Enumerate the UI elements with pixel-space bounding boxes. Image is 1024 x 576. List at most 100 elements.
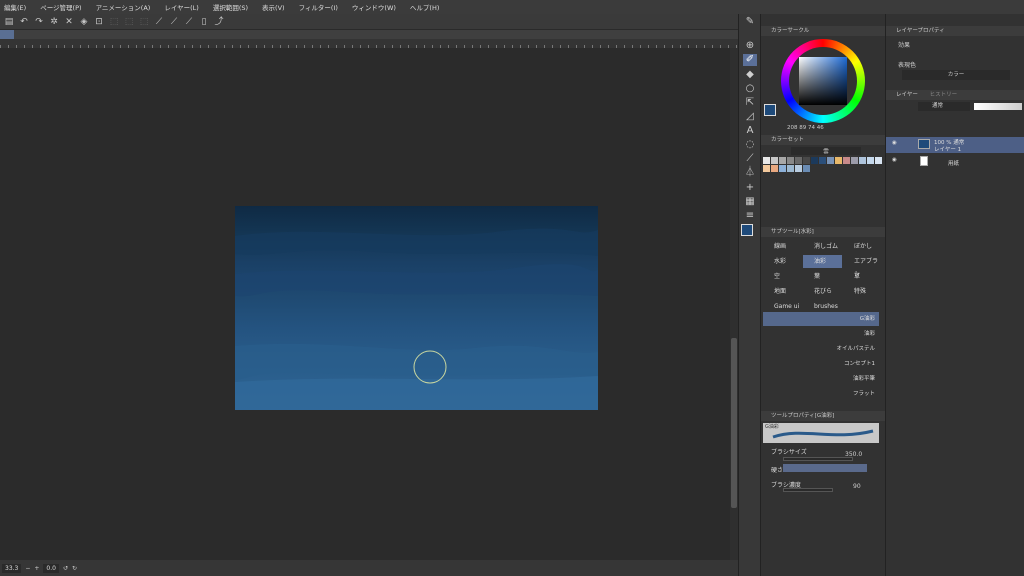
save-icon[interactable]: ▤	[4, 17, 14, 27]
subtool-group-button[interactable]: ぼかし	[843, 240, 882, 253]
subtool-group-button[interactable]: 花びら	[803, 285, 842, 298]
palette-swatch[interactable]	[787, 157, 794, 164]
menu-edit[interactable]: 編集(E)	[4, 2, 26, 12]
subtool-group-button[interactable]: エアブラシ	[843, 255, 882, 278]
subtool-group-button[interactable]: 地面	[763, 285, 802, 298]
blend-mode-select[interactable]: 通常	[918, 102, 970, 111]
brush-item[interactable]: フラット	[763, 387, 879, 401]
layer-item[interactable]: ◉ 用紙	[886, 154, 1024, 170]
ruler-snap-icon[interactable]: ⟋	[154, 17, 164, 27]
eyedropper-icon[interactable]: ⟋	[743, 153, 757, 165]
grid-icon[interactable]: ▦	[743, 196, 757, 208]
subtool-group-button[interactable]: 線画	[763, 240, 802, 253]
palette-swatch[interactable]	[803, 157, 810, 164]
rotate-left-icon[interactable]: ↺	[63, 565, 68, 572]
hardness-selector[interactable]	[783, 464, 867, 472]
rotate-right-icon[interactable]: ↻	[72, 565, 77, 572]
zoom-out-icon[interactable]: −	[25, 565, 30, 572]
move-icon[interactable]: ⇱	[743, 97, 757, 109]
layer-item[interactable]: ◉ 100 % 通常 レイヤー 1	[886, 137, 1024, 153]
menu-filter[interactable]: フィルター(I)	[299, 2, 338, 12]
history-tab[interactable]: ヒストリー	[930, 92, 958, 98]
ellipse-icon[interactable]: ○	[743, 83, 757, 95]
color-square[interactable]	[799, 57, 847, 105]
palette-swatch[interactable]	[771, 157, 778, 164]
subtool-group-button[interactable]: 空	[763, 270, 802, 283]
density-slider[interactable]	[783, 488, 833, 492]
menu-page[interactable]: ページ管理(P)	[40, 2, 81, 12]
angle-value[interactable]: 0.0	[43, 563, 59, 573]
color-set-select[interactable]: 雲	[791, 147, 861, 155]
current-color[interactable]	[764, 104, 776, 116]
palette-swatch[interactable]	[795, 157, 802, 164]
menu-animation[interactable]: アニメーション(A)	[96, 2, 151, 12]
eye-icon[interactable]: ◉	[892, 140, 897, 146]
palette-swatch[interactable]	[771, 165, 778, 172]
vertical-scrollbar[interactable]	[730, 48, 738, 560]
palette-swatch[interactable]	[811, 157, 818, 164]
palette-swatch[interactable]	[851, 157, 858, 164]
subtool-group-button[interactable]: 消しゴム	[803, 240, 842, 253]
plus-icon[interactable]: +	[743, 182, 757, 194]
eye-icon[interactable]: ◉	[892, 157, 897, 163]
undo-icon[interactable]: ↶	[19, 17, 29, 27]
brush-size-slider[interactable]	[783, 457, 853, 461]
palette-swatch[interactable]	[875, 157, 882, 164]
zoom-in-icon[interactable]: +	[34, 565, 39, 572]
redo-icon[interactable]: ↷	[34, 17, 44, 27]
palette-swatch[interactable]	[819, 157, 826, 164]
palette-swatch[interactable]	[803, 165, 810, 172]
gear-icon[interactable]: ✲	[49, 17, 59, 27]
subtool-group-button[interactable]: 葉	[803, 270, 842, 283]
layer-tab[interactable]: レイヤー	[896, 92, 918, 98]
clear-icon[interactable]: ✕	[64, 17, 74, 27]
palette-swatch[interactable]	[867, 157, 874, 164]
blend-icon[interactable]: ◌	[743, 139, 757, 151]
opacity-slider[interactable]	[974, 103, 1022, 110]
subtool-group-button[interactable]: 油彩	[803, 255, 842, 268]
subtool-group-button[interactable]: 草	[843, 270, 882, 283]
expression-color-select[interactable]: カラー	[902, 70, 1010, 80]
density-value[interactable]: 90	[853, 483, 861, 490]
tablet-icon[interactable]: ▯	[199, 17, 209, 27]
export-icon[interactable]: ⤴	[214, 17, 224, 27]
palette-swatch[interactable]	[835, 157, 842, 164]
brush-item[interactable]: 油彩	[763, 327, 879, 341]
subtool-group-button[interactable]: 特殊	[843, 285, 882, 298]
deselect-icon[interactable]: ⬚	[109, 17, 119, 27]
palette-swatch[interactable]	[795, 165, 802, 172]
drawing-canvas[interactable]	[235, 206, 598, 410]
document-tab[interactable]	[0, 30, 14, 39]
menu-window[interactable]: ウィンドウ(W)	[352, 2, 396, 12]
palette-swatch[interactable]	[859, 157, 866, 164]
fill-tool-icon[interactable]: ◆	[743, 69, 757, 81]
text-icon[interactable]: A	[743, 125, 757, 137]
zoom-icon[interactable]: ⊕	[743, 40, 757, 52]
perspective-snap-icon[interactable]: ⟋	[184, 17, 194, 27]
menu-selection[interactable]: 選択範囲(S)	[213, 2, 248, 12]
palette-swatch[interactable]	[787, 165, 794, 172]
menu-help[interactable]: ヘルプ(H)	[410, 2, 439, 12]
transform-icon[interactable]: ⊡	[94, 17, 104, 27]
subtool-group-button[interactable]: 水彩	[763, 255, 802, 268]
zoom-value[interactable]: 33.3	[2, 563, 22, 573]
brush-item[interactable]: オイルパステル	[763, 342, 879, 356]
main-color-swatch[interactable]	[741, 224, 753, 236]
scroll-thumb[interactable]	[731, 338, 737, 508]
palette-swatch[interactable]	[763, 157, 770, 164]
grid-snap-icon[interactable]: ⟋	[169, 17, 179, 27]
brush-item[interactable]: コンセプト1	[763, 357, 879, 371]
palette-swatch[interactable]	[779, 165, 786, 172]
color-wheel[interactable]	[781, 39, 865, 123]
crop-icon[interactable]: ⬚	[139, 17, 149, 27]
lasso-icon[interactable]: ◿	[743, 111, 757, 123]
palette-swatch[interactable]	[763, 165, 770, 172]
brush-size-value[interactable]: 350.0	[845, 451, 862, 458]
invert-selection-icon[interactable]: ⬚	[124, 17, 134, 27]
menu-view[interactable]: 表示(V)	[262, 2, 285, 12]
brush-item[interactable]: 油彩平筆	[763, 372, 879, 386]
palette-swatch[interactable]	[843, 157, 850, 164]
pen-icon[interactable]: ✎	[743, 16, 757, 28]
fill-icon[interactable]: ◈	[79, 17, 89, 27]
brush-item[interactable]: G油彩	[763, 312, 879, 326]
